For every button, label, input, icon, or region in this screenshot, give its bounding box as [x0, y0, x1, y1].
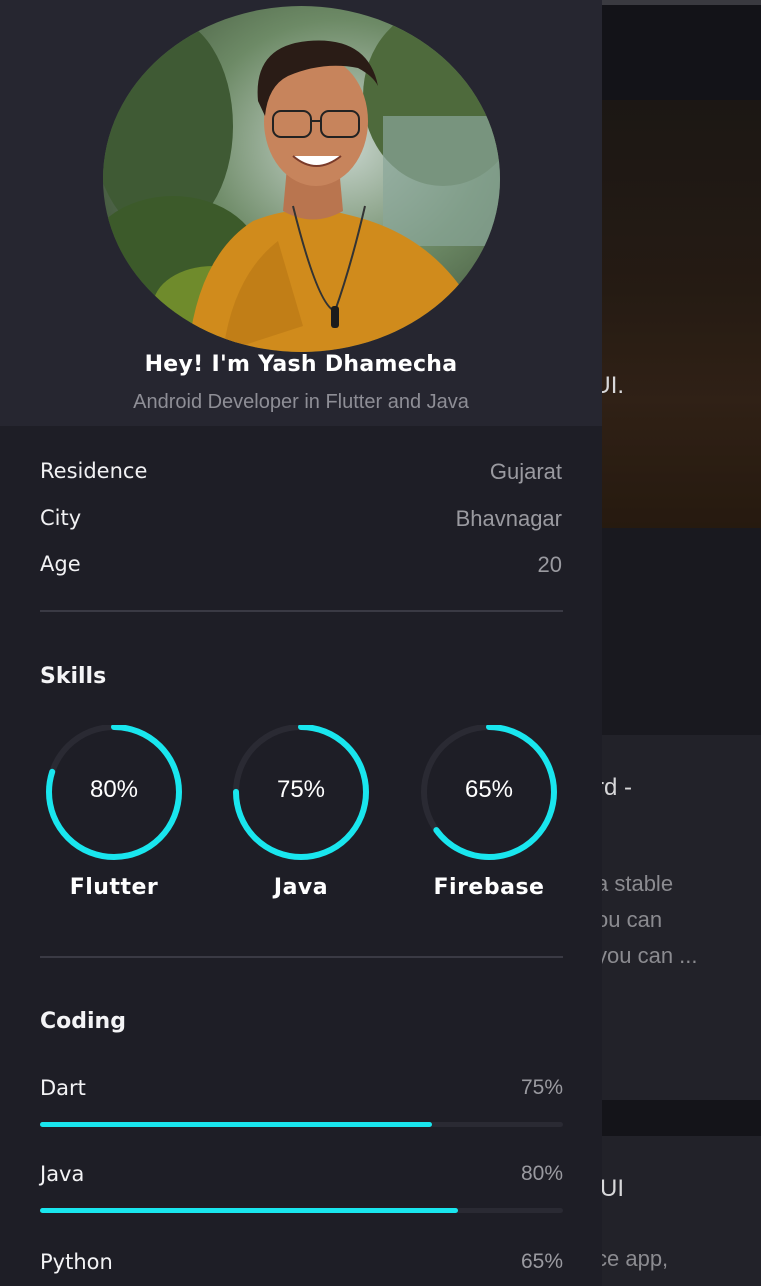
skill-percent: 80%: [89, 776, 139, 803]
skill-name: Flutter: [69, 875, 159, 900]
info-row-city: City Bhavnagar: [40, 506, 562, 536]
info-value: Gujarat: [489, 459, 562, 484]
divider: [40, 610, 563, 612]
divider: [40, 956, 563, 958]
profile-drawer: Hey! I'm Yash Dhamecha Android Developer…: [0, 0, 602, 1286]
background-card-desc-line: ou can: [596, 907, 663, 932]
background-card-desc-line: you can ...: [596, 943, 698, 968]
info-label: Age: [40, 552, 81, 576]
skill-name: Firebase: [433, 875, 545, 900]
profile-subtitle: Android Developer in Flutter and Java: [133, 391, 469, 413]
info-row-residence: Residence Gujarat: [40, 459, 562, 489]
skills-title: Skills: [40, 664, 107, 689]
info-row-age: Age 20: [40, 552, 562, 582]
profile-name: Hey! I'm Yash Dhamecha: [144, 352, 458, 377]
skill-ring-flutter: 80% Flutter: [36, 725, 196, 925]
coding-percent: 80%: [520, 1162, 563, 1185]
avatar: [103, 6, 500, 352]
info-value: 20: [537, 552, 562, 577]
skill-ring-java: 75% Java: [223, 725, 383, 925]
background-card-desc-line: a stable: [596, 871, 674, 896]
drawer-header: Hey! I'm Yash Dhamecha Android Developer…: [0, 0, 602, 426]
background-card-2-desc: ce app,: [596, 1246, 669, 1271]
coding-language: Python: [40, 1250, 113, 1274]
skill-percent: 75%: [276, 776, 326, 803]
background-card-desc: a stable ou can you can ...: [596, 866, 698, 974]
coding-percent: 75%: [520, 1076, 563, 1099]
skill-ring-firebase: 65% Firebase: [411, 725, 571, 925]
progress-fill: [40, 1122, 433, 1127]
info-label: City: [40, 506, 82, 530]
progress-fill: [40, 1208, 459, 1213]
info-label: Residence: [40, 459, 148, 483]
skill-name: Java: [273, 875, 329, 900]
coding-language: Dart: [40, 1076, 86, 1100]
background-card-2-title: UI: [600, 1175, 624, 1202]
progress-track: [40, 1122, 563, 1127]
info-value: Bhavnagar: [455, 506, 562, 531]
skill-percent: 65%: [464, 776, 514, 803]
coding-title: Coding: [40, 1009, 126, 1034]
progress-track: [40, 1208, 563, 1213]
coding-language: Java: [40, 1162, 85, 1186]
coding-percent: 65%: [520, 1250, 563, 1273]
